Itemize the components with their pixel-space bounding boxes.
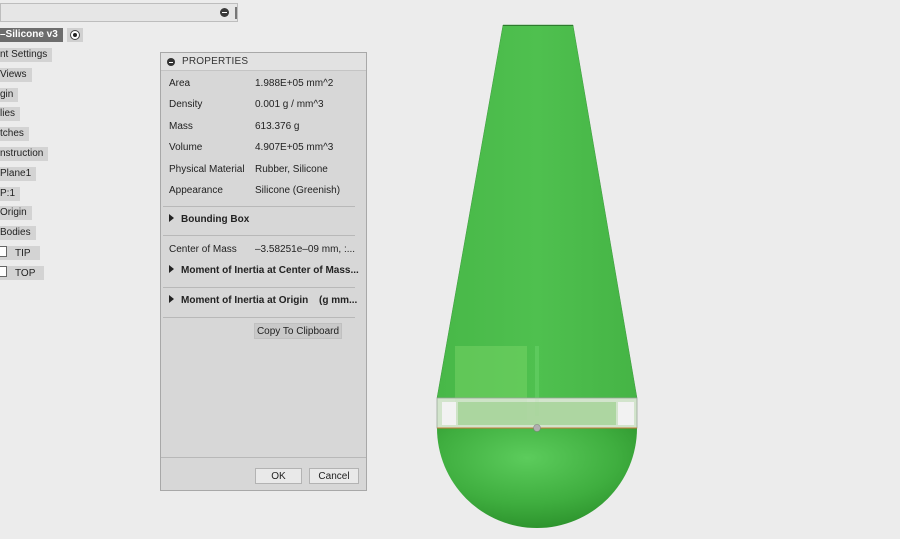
tree-item-origin[interactable]: gin (0, 88, 19, 102)
browser-root-component[interactable]: –Silicone v3 (0, 28, 63, 42)
moi-center-section[interactable]: Moment of Inertia at Center of Mass... (169, 264, 359, 278)
tree-item-construction[interactable]: nstruction (0, 147, 49, 161)
browser-search-strip[interactable] (0, 3, 238, 22)
bounding-box-section[interactable]: Bounding Box (169, 213, 359, 227)
property-value: –3.58251e–09 mm, :... (255, 244, 356, 255)
divider (163, 317, 355, 318)
tree-item-plane1[interactable]: Plane1 (0, 167, 37, 181)
divider (163, 235, 355, 236)
copy-to-clipboard-button[interactable]: Copy To Clipboard (254, 323, 342, 339)
collapse-icon[interactable] (167, 58, 175, 66)
model-cone (436, 24, 638, 399)
body-label: TIP (15, 248, 31, 259)
tree-item-sub-origin[interactable]: Origin (0, 206, 32, 220)
expand-triangle-icon (169, 295, 174, 303)
property-key: Physical Material (169, 164, 245, 175)
tree-item-component[interactable]: P:1 (0, 187, 21, 201)
property-value: 4.907E+05 mm^3 (255, 142, 334, 153)
property-key: Density (169, 99, 203, 110)
activate-component-radio[interactable] (67, 28, 83, 42)
property-row-material: Physical Material Rubber, Silicone (169, 163, 359, 177)
property-value: Silicone (Greenish) (255, 185, 341, 196)
property-value: 1.988E+05 mm^2 (255, 78, 334, 89)
property-key: Volume (169, 142, 203, 153)
radio-icon (70, 30, 80, 40)
divider (163, 287, 355, 288)
property-key: Mass (169, 121, 193, 132)
section-label: Moment of Inertia at Center of Mass... (181, 265, 359, 276)
properties-dialog: PROPERTIES Area 1.988E+05 mm^2 Density 0… (160, 52, 367, 491)
tree-item-sketches[interactable]: tches (0, 127, 29, 141)
body-label: TOP (15, 268, 36, 279)
property-row-density: Density 0.001 g / mm^3 (169, 98, 359, 112)
expand-triangle-icon (169, 265, 174, 273)
model-bulb (437, 428, 637, 528)
splitter-handle[interactable] (235, 7, 237, 19)
tree-item-sub-bodies[interactable]: Bodies (0, 226, 36, 240)
dialog-header[interactable]: PROPERTIES (161, 53, 366, 71)
property-row-appearance: Appearance Silicone (Greenish) (169, 184, 359, 198)
tree-item-document-settings[interactable]: nt Settings (0, 48, 53, 62)
collapse-icon[interactable] (220, 8, 229, 17)
canvas-viewport[interactable] (380, 0, 900, 536)
property-row-volume: Volume 4.907E+05 mm^3 (169, 141, 359, 155)
property-row-area: Area 1.988E+05 mm^2 (169, 77, 359, 91)
expand-triangle-icon (169, 214, 174, 222)
divider (163, 206, 355, 207)
property-key: Center of Mass (169, 244, 237, 255)
footer-divider (161, 457, 366, 458)
tree-item-named-views[interactable]: Views (0, 68, 32, 82)
property-value: 613.376 g (255, 121, 300, 132)
property-value: 0.001 g / mm^3 (255, 99, 324, 110)
property-key: Area (169, 78, 191, 89)
visibility-checkbox[interactable] (0, 246, 7, 257)
cancel-button[interactable]: Cancel (309, 468, 359, 484)
property-key: Appearance (169, 185, 223, 196)
visibility-checkbox[interactable] (0, 266, 7, 277)
property-row-center-of-mass: Center of Mass –3.58251e–09 mm, :... (169, 243, 359, 257)
tree-item-body-top[interactable]: TOP (0, 266, 45, 280)
section-label: Moment of Inertia at Origin (181, 295, 309, 306)
dialog-title: PROPERTIES (182, 56, 249, 67)
tree-item-bodies[interactable]: lies (0, 107, 21, 121)
section-label: Bounding Box (181, 214, 250, 225)
moi-origin-section[interactable]: Moment of Inertia at Origin (g mm... (169, 294, 359, 308)
moi-origin-unit: (g mm... (319, 295, 358, 306)
property-value: Rubber, Silicone (255, 164, 328, 175)
origin-point (533, 424, 541, 432)
property-row-mass: Mass 613.376 g (169, 120, 359, 134)
model-view (436, 24, 638, 528)
ok-button[interactable]: OK (255, 468, 302, 484)
tree-item-body-tip[interactable]: TIP (0, 246, 40, 260)
